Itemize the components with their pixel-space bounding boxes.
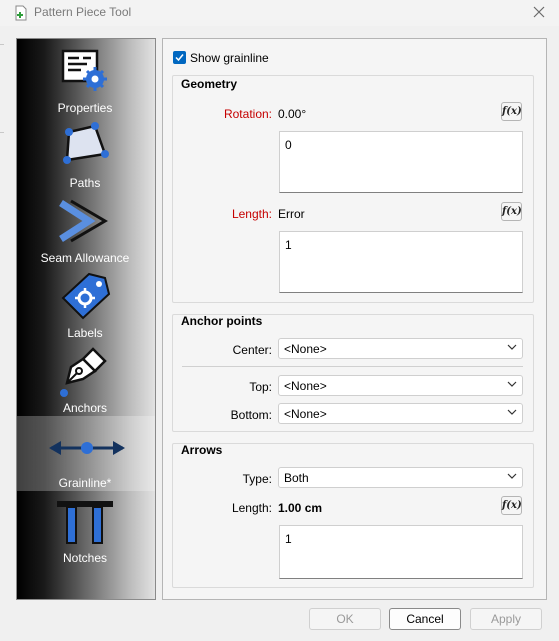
center-select-value: <None> (284, 342, 327, 356)
arrows-title: Arrows (181, 443, 223, 457)
formula-icon: f(x) (502, 106, 522, 117)
rotation-formula-input[interactable]: 0 (279, 131, 523, 193)
formula-icon: f(x) (502, 206, 522, 217)
close-icon (533, 6, 545, 18)
length-value: Error (278, 207, 305, 221)
anchor-points-title: Anchor points (181, 314, 263, 328)
sidebar-item-seam-allowance[interactable]: Seam Allowance (17, 191, 155, 266)
chevron-down-icon (507, 344, 517, 350)
arrow-type-select[interactable]: Both (278, 467, 523, 488)
arrow-type-label: Type: (242, 472, 272, 486)
formula-icon: f(x) (502, 500, 522, 511)
chevron-down-icon (507, 473, 517, 479)
rotation-formula-button[interactable]: f(x) (501, 102, 522, 121)
sidebar-item-label: Anchors (62, 401, 108, 415)
sidebar-item-label: Seam Allowance (40, 251, 130, 265)
grainline-icon (49, 441, 125, 455)
close-button[interactable] (527, 2, 551, 22)
length-formula-input[interactable]: 1 (279, 231, 523, 293)
background-window-edge (0, 44, 4, 45)
top-select[interactable]: <None> (278, 375, 523, 396)
sidebar-item-notches[interactable]: Notches (17, 491, 155, 566)
top-select-value: <None> (284, 379, 327, 393)
properties-icon (61, 49, 107, 91)
sidebar-item-labels[interactable]: Labels (17, 266, 155, 341)
background-window-edge (0, 132, 4, 133)
rotation-label: Rotation: (223, 107, 272, 121)
show-grainline-label: Show grainline (190, 51, 269, 65)
labels-icon (61, 272, 111, 320)
category-sidebar: Properties Paths Seam Allowance Labels A… (16, 38, 156, 600)
geometry-title: Geometry (181, 77, 238, 91)
sidebar-item-paths[interactable]: Paths (17, 116, 155, 191)
sidebar-item-label: Properties (57, 101, 113, 115)
rotation-value: 0.00° (278, 107, 307, 121)
arrow-length-formula-button[interactable]: f(x) (501, 496, 522, 515)
notches-icon (57, 501, 113, 544)
chevron-down-icon (507, 409, 517, 415)
ok-button[interactable]: OK (309, 608, 381, 630)
top-label: Top: (249, 380, 272, 394)
sidebar-item-properties[interactable]: Properties (17, 41, 155, 116)
title-bar: Pattern Piece Tool (0, 0, 559, 26)
sidebar-item-label: Notches (62, 551, 108, 565)
sidebar-item-grainline[interactable]: Grainline* (17, 416, 155, 491)
sidebar-item-label: Labels (67, 326, 103, 340)
arrow-length-formula-input[interactable]: 1 (279, 525, 523, 579)
sidebar-item-label: Grainline* (58, 476, 112, 490)
length-formula-button[interactable]: f(x) (501, 202, 522, 221)
arrow-length-label: Length: (231, 501, 272, 515)
arrow-type-value: Both (284, 471, 309, 485)
checkmark-icon (175, 54, 184, 62)
show-grainline-checkbox[interactable] (173, 51, 186, 64)
anchor-separator (182, 366, 523, 367)
center-select[interactable]: <None> (278, 338, 523, 359)
center-label: Center: (232, 343, 272, 357)
length-label: Length: (231, 207, 272, 221)
apply-button[interactable]: Apply (470, 608, 542, 630)
app-icon (15, 5, 27, 21)
bottom-select-value: <None> (284, 407, 327, 421)
cancel-button[interactable]: Cancel (389, 608, 461, 630)
chevron-down-icon (507, 381, 517, 387)
anchors-icon (60, 347, 107, 397)
bottom-label: Bottom: (230, 408, 272, 422)
sidebar-item-anchors[interactable]: Anchors (17, 341, 155, 416)
bottom-select[interactable]: <None> (278, 403, 523, 424)
arrow-length-value: 1.00 cm (278, 501, 323, 515)
paths-icon (63, 122, 109, 164)
sidebar-item-label: Paths (69, 176, 101, 190)
seam-allowance-icon (59, 199, 108, 243)
window-title: Pattern Piece Tool (34, 5, 132, 19)
